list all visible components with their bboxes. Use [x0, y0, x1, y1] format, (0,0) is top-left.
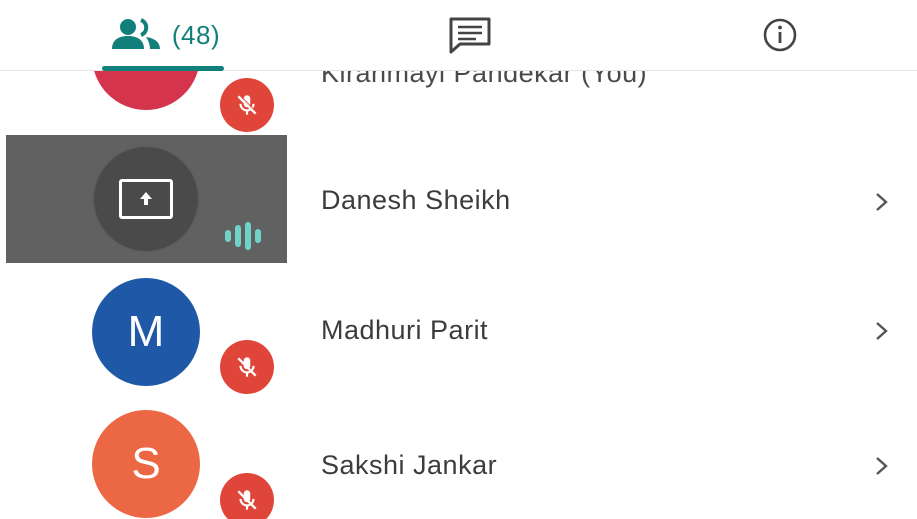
participant-row[interactable]: S Sakshi Jankar [0, 400, 917, 519]
chat-icon [449, 17, 491, 54]
tab-bar: (48) [0, 0, 917, 71]
tab-chat[interactable] [395, 0, 545, 70]
participant-name: Danesh Sheikh [321, 185, 511, 215]
tab-people[interactable]: (48) [85, 0, 245, 70]
participant-list[interactable]: K Kiranmayi Pandekar (You) [0, 0, 917, 519]
avatar-initial: M [127, 307, 165, 356]
participant-row[interactable]: Danesh Sheikh [0, 135, 917, 263]
participant-name: Sakshi Jankar [321, 450, 498, 480]
mic-off-icon [220, 340, 274, 394]
avatar [92, 145, 200, 253]
avatar: M [92, 278, 200, 386]
people-icon [111, 18, 160, 49]
active-tab-indicator [102, 66, 224, 71]
participant-row[interactable]: M Madhuri Parit [0, 268, 917, 396]
avatar: S [92, 410, 200, 518]
tab-info[interactable] [705, 0, 855, 70]
info-icon [763, 18, 797, 52]
chevron-right-icon[interactable] [870, 451, 894, 481]
participant-count: (48) [171, 19, 221, 50]
chevron-right-icon[interactable] [870, 316, 894, 346]
present-to-all-icon [119, 179, 173, 219]
chevron-right-icon[interactable] [870, 187, 894, 217]
participant-name: Madhuri Parit [321, 315, 489, 345]
mic-off-icon [220, 78, 274, 132]
avatar-initial: S [131, 439, 161, 488]
speaking-icon [225, 221, 271, 251]
meeting-participants-screen: K Kiranmayi Pandekar (You) [0, 0, 917, 519]
mic-off-icon [220, 473, 274, 519]
